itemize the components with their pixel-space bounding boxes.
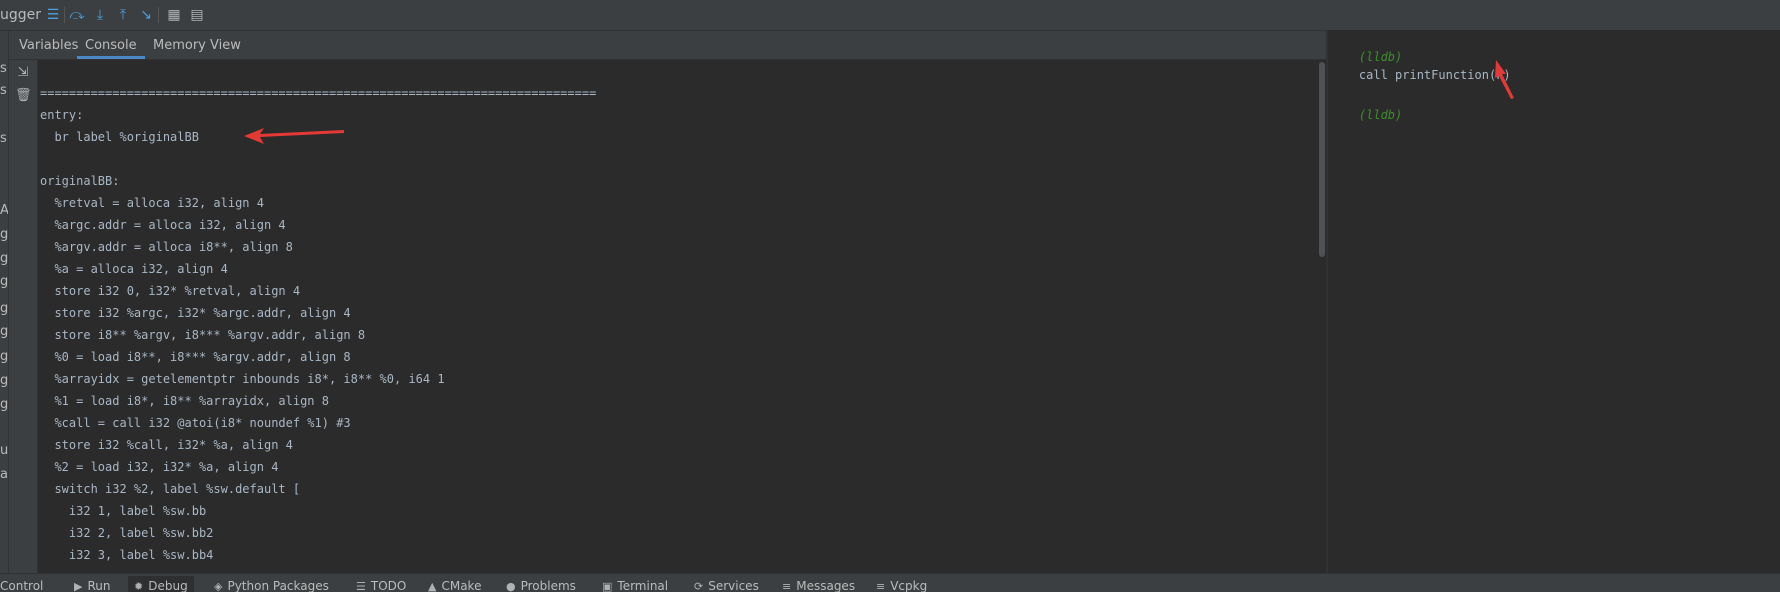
scroll-to-end-icon[interactable]: ⇲	[15, 65, 31, 81]
bottom-tab-label: Problems	[520, 579, 576, 592]
console-line: i32 2, label %sw.bb2	[40, 526, 214, 540]
console-line: %argv.addr = alloca i8**, align 8	[40, 240, 293, 254]
bottom-tab-label: Vcpkg	[890, 579, 928, 592]
todo-icon: ☰	[356, 580, 366, 592]
left-fragment: g	[0, 251, 8, 266]
evaluate-table-icon[interactable]: ▦	[165, 6, 183, 24]
tab-console[interactable]: Console	[77, 31, 145, 59]
console-line: %a = alloca i32, align 4	[40, 262, 228, 276]
tab-variables[interactable]: Variables	[19, 31, 78, 59]
bottom-tab-python-packages[interactable]: ◈ Python Packages	[214, 576, 329, 592]
bottom-tab-label: Debug	[148, 579, 188, 592]
annotation-arrow	[1495, 60, 1514, 99]
run-to-cursor-icon[interactable]: ↘	[137, 6, 155, 24]
bottom-tab-problems[interactable]: ● Problems	[506, 576, 576, 592]
console-line: originalBB:	[40, 174, 120, 188]
packages-icon: ◈	[214, 580, 223, 592]
lldb-prompt-line[interactable]: (lldb)	[1330, 88, 1402, 142]
console-line: store i32 %call, i32* %a, align 4	[40, 438, 293, 452]
bottom-tab-services[interactable]: ⟳ Services	[694, 576, 759, 592]
tab-memory-view[interactable]: Memory View	[153, 31, 241, 59]
console-line: i32 3, label %sw.bb4	[40, 548, 214, 562]
left-fragment: s	[0, 61, 7, 76]
bottom-tab-run[interactable]: ▶ Run	[74, 576, 110, 592]
console-line: entry:	[40, 108, 84, 122]
bottom-tab-label: Messages	[796, 579, 856, 592]
left-fragment: g	[0, 397, 8, 412]
bottom-tab-cmake[interactable]: ▲ CMake	[428, 576, 481, 592]
left-fragment: g	[0, 227, 8, 242]
menu-icon[interactable]: ☰	[44, 6, 62, 24]
step-over-icon[interactable]: ⤼	[68, 6, 86, 24]
scrollbar-thumb[interactable]	[1319, 62, 1325, 257]
layout-icon[interactable]: ▤	[188, 6, 206, 24]
console-line: %arrayidx = getelementptr inbounds i8*, …	[40, 372, 445, 386]
left-fragment: g	[0, 274, 8, 289]
annotation-arrow	[244, 128, 344, 144]
messages-icon: ≡	[782, 580, 792, 592]
bottom-tab-label: Terminal	[617, 579, 669, 592]
console-line: %1 = load i8*, i8** %arrayidx, align 8	[40, 394, 329, 408]
console-line: %2 = load i32, i32* %a, align 4	[40, 460, 279, 474]
bottom-tab-todo[interactable]: ☰ TODO	[356, 576, 406, 592]
console-line: store i32 %argc, i32* %argc.addr, align …	[40, 306, 351, 320]
lldb-command: call printFunction(F)	[1358, 68, 1511, 82]
bottom-tab-terminal[interactable]: ▣ Terminal	[602, 576, 668, 592]
lldb-console[interactable]: (lldb) call printFunction(F) (lldb)	[1328, 30, 1780, 573]
debug-icon: ✹	[134, 580, 144, 592]
console-line: %0 = load i8**, i8*** %argv.addr, align …	[40, 350, 351, 364]
left-fragment: g	[0, 301, 8, 316]
bottom-tab-label: Control	[0, 579, 44, 592]
left-fragment: A	[0, 203, 8, 218]
bottom-tab-debug[interactable]: ✹ Debug	[128, 576, 194, 592]
left-fragment: g	[0, 373, 8, 388]
left-fragment: g	[0, 324, 8, 339]
left-fragment: g	[0, 349, 8, 364]
console-line: i32 1, label %sw.bb	[40, 504, 207, 518]
problems-icon: ●	[506, 580, 516, 592]
left-fragment: s	[0, 83, 7, 98]
console-tool-strip: ⇲ 🗑	[9, 60, 38, 573]
debug-tabs: Variables Console Memory View	[9, 31, 1330, 60]
lldb-prompt: (lldb)	[1358, 50, 1403, 64]
services-icon: ⟳	[694, 580, 704, 592]
bottom-tab-label: Run	[87, 579, 111, 592]
console-line: %call = call i32 @atoi(i8* noundef %1) #…	[40, 416, 351, 430]
console-line: %retval = alloca i32, align 4	[40, 196, 264, 210]
tool-window-bar: Control ▶ Run ✹ Debug ◈ Python Packages ☰ TO…	[0, 573, 1780, 592]
bottom-tab-label: Services	[708, 579, 759, 592]
console-output[interactable]: ========================================…	[38, 60, 1320, 573]
bottom-tab-messages[interactable]: ≡ Messages	[782, 576, 855, 592]
console-line: store i32 0, i32* %retval, align 4	[40, 284, 301, 298]
terminal-icon: ▣	[602, 580, 613, 592]
debugger-toolbar: ugger ☰ ⤼ ⤓ ⤒ ↘ ▦ ▤	[0, 0, 1780, 31]
left-fragment: s	[0, 131, 7, 146]
bottom-tab-control[interactable]: Control	[0, 576, 43, 592]
vcpkg-icon: ≡	[876, 580, 886, 592]
debugger-title: ugger	[0, 7, 42, 23]
console-scrollbar[interactable]	[1318, 60, 1326, 573]
left-panel-edge: s s s A g g g g g g g g u a	[0, 31, 9, 573]
bottom-tab-label: Python Packages	[227, 579, 329, 592]
toolbar-separator	[64, 7, 65, 23]
left-fragment: u	[0, 443, 8, 458]
console-line: ========================================…	[40, 86, 597, 100]
bottom-tab-vcpkg[interactable]: ≡ Vcpkg	[876, 576, 927, 592]
console-line: store i8** %argv, i8*** %argv.addr, alig…	[40, 328, 366, 342]
console-line: switch i32 %2, label %sw.default [	[40, 482, 301, 496]
lldb-prompt: (lldb)	[1358, 108, 1403, 122]
toolbar-separator	[158, 7, 159, 23]
console-line: %argc.addr = alloca i32, align 4	[40, 218, 286, 232]
bottom-tab-label: CMake	[441, 579, 482, 592]
cmake-icon: ▲	[428, 580, 437, 592]
run-icon: ▶	[74, 580, 83, 592]
console-text: ========================================…	[40, 82, 596, 566]
left-fragment: a	[0, 467, 8, 482]
step-into-icon[interactable]: ⤓	[91, 6, 109, 24]
trash-icon[interactable]: 🗑	[15, 88, 32, 104]
step-out-icon[interactable]: ⤒	[114, 6, 132, 24]
bottom-tab-label: TODO	[370, 579, 407, 592]
